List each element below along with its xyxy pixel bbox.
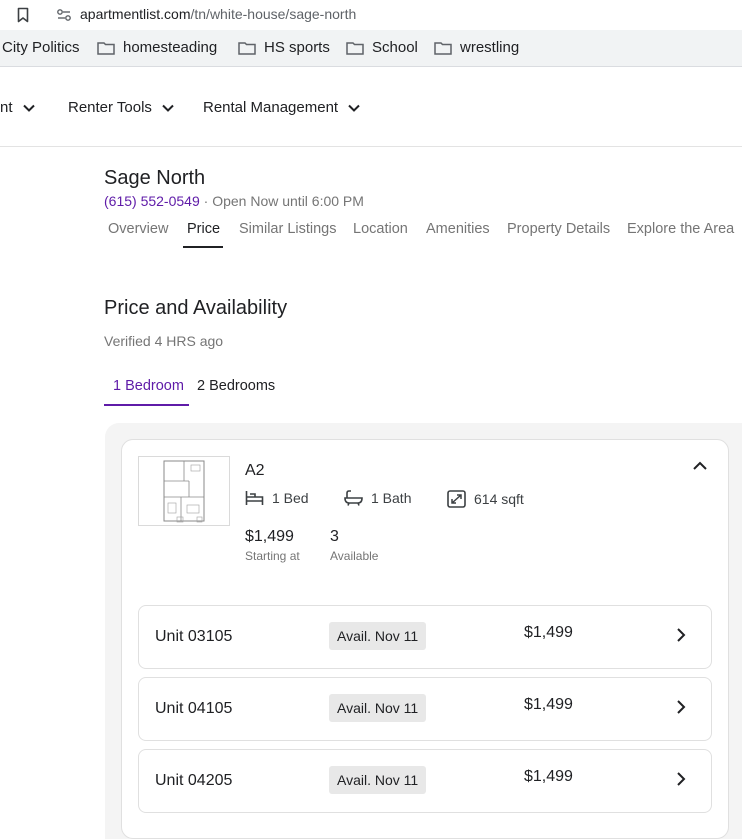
tab-overview[interactable]: Overview bbox=[108, 221, 168, 237]
unit-row[interactable]: Unit 04205 Avail. Nov 11 $1,499 bbox=[138, 749, 712, 813]
bookmark-hs-sports[interactable]: HS sports bbox=[238, 39, 330, 56]
address-bar[interactable]: apartmentlist.com/tn/white-house/sage-no… bbox=[0, 0, 742, 30]
starting-price-label: Starting at bbox=[245, 549, 300, 563]
bookmark-homesteading[interactable]: homesteading bbox=[97, 39, 217, 56]
availability-badge: Avail. Nov 11 bbox=[329, 622, 427, 650]
bookmarks-bar: City Politics homesteading HS sports Sch… bbox=[0, 30, 742, 67]
unit-row[interactable]: Unit 04105 Avail. Nov 11 $1,499 bbox=[138, 677, 712, 741]
tab-location[interactable]: Location bbox=[353, 221, 408, 237]
bookmark-wrestling[interactable]: wrestling bbox=[434, 39, 519, 56]
floorplan-drawing-icon bbox=[163, 460, 205, 523]
folder-icon bbox=[238, 41, 256, 55]
folder-icon bbox=[97, 41, 115, 55]
chevron-down-icon bbox=[162, 104, 174, 112]
bookmark-city-politics[interactable]: City Politics bbox=[2, 39, 80, 56]
availability-badge: Avail. Nov 11 bbox=[329, 694, 427, 722]
phone-link[interactable]: (615) 552-0549 bbox=[104, 193, 200, 209]
open-hours: · Open Now until 6:00 PM bbox=[199, 193, 364, 209]
url-text[interactable]: apartmentlist.com/tn/white-house/sage-no… bbox=[80, 6, 356, 22]
tab-explore-the-area[interactable]: Explore the Area bbox=[627, 221, 734, 237]
tab-property-details[interactable]: Property Details bbox=[507, 221, 610, 237]
chevron-right-icon[interactable] bbox=[676, 699, 686, 715]
bedroom-tab-indicator bbox=[104, 404, 189, 406]
bath-icon bbox=[344, 490, 363, 506]
active-tab-indicator bbox=[183, 246, 223, 248]
folder-icon bbox=[434, 41, 452, 55]
verified-text: Verified 4 HRS ago bbox=[104, 333, 224, 349]
tab-similar-listings[interactable]: Similar Listings bbox=[239, 221, 337, 237]
site-info-icon[interactable] bbox=[56, 7, 72, 23]
section-title: Price and Availability bbox=[104, 297, 288, 319]
unit-name: Unit 04105 bbox=[155, 700, 233, 717]
chevron-down-icon bbox=[348, 104, 360, 112]
availability-badge: Avail. Nov 11 bbox=[329, 766, 427, 794]
chevron-up-icon[interactable] bbox=[692, 461, 708, 471]
property-name: Sage North bbox=[104, 167, 206, 189]
available-count: 3 bbox=[330, 528, 339, 545]
bookmark-school[interactable]: School bbox=[346, 39, 418, 56]
site-nav: nt Renter Tools Rental Management bbox=[0, 67, 742, 147]
spec-beds: 1 Bed bbox=[245, 490, 309, 506]
unit-price: $1,499 bbox=[524, 624, 573, 641]
tab-1-bedroom[interactable]: 1 Bedroom bbox=[113, 378, 184, 394]
chevron-down-icon bbox=[22, 104, 35, 112]
chevron-right-icon[interactable] bbox=[676, 771, 686, 787]
folder-icon bbox=[346, 41, 364, 55]
chevron-right-icon[interactable] bbox=[676, 627, 686, 643]
tab-price[interactable]: Price bbox=[187, 221, 220, 237]
nav-item-rental-management[interactable]: Rental Management bbox=[203, 99, 360, 116]
spec-baths: 1 Bath bbox=[344, 490, 411, 506]
available-label: Available bbox=[330, 549, 379, 563]
unit-name: Unit 03105 bbox=[155, 628, 233, 645]
unit-price: $1,499 bbox=[524, 696, 573, 713]
nav-item-truncated[interactable]: nt bbox=[0, 99, 35, 116]
starting-price: $1,499 bbox=[245, 528, 294, 545]
property-contact: (615) 552-0549 · Open Now until 6:00 PM bbox=[104, 193, 364, 209]
unit-price: $1,499 bbox=[524, 768, 573, 785]
bookmark-icon[interactable] bbox=[17, 7, 29, 23]
area-icon bbox=[447, 490, 466, 508]
bed-icon bbox=[245, 491, 264, 505]
unit-name: Unit 04205 bbox=[155, 772, 233, 789]
spec-sqft: 614 sqft bbox=[447, 490, 524, 508]
nav-item-renter-tools[interactable]: Renter Tools bbox=[68, 99, 174, 116]
floorplan-name: A2 bbox=[245, 462, 265, 479]
tab-2-bedrooms[interactable]: 2 Bedrooms bbox=[197, 378, 275, 394]
tab-amenities[interactable]: Amenities bbox=[426, 221, 490, 237]
unit-row[interactable]: Unit 03105 Avail. Nov 11 $1,499 bbox=[138, 605, 712, 669]
floorplan-image[interactable] bbox=[138, 456, 230, 526]
